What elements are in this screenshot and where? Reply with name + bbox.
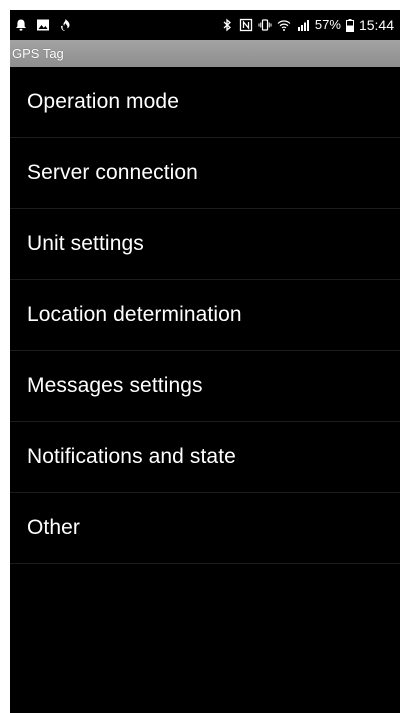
menu-item-server-connection[interactable]: Server connection [10,138,400,209]
status-bar: 57% 15:44 [10,10,400,40]
menu-item-other[interactable]: Other [10,493,400,564]
app-title-bar: GPS Tag [10,40,400,67]
battery-icon [345,18,354,32]
vibrate-icon [258,18,272,32]
app-title: GPS Tag [12,46,64,61]
phone-screen: 57% 15:44 GPS Tag Operation mode Server … [10,10,400,713]
menu-item-label: Other [27,516,81,539]
status-left-icons [14,18,72,32]
signal-icon [296,18,310,32]
menu-item-label: Server connection [27,161,198,184]
menu-item-label: Location determination [27,303,242,326]
menu-item-location-determination[interactable]: Location determination [10,280,400,351]
nfc-icon [239,18,253,32]
settings-menu-list: Operation mode Server connection Unit se… [10,67,400,564]
menu-item-notifications-and-state[interactable]: Notifications and state [10,422,400,493]
menu-item-unit-settings[interactable]: Unit settings [10,209,400,280]
menu-item-messages-settings[interactable]: Messages settings [10,351,400,422]
notification-bell-icon [14,18,28,32]
image-icon [36,18,50,32]
menu-item-operation-mode[interactable]: Operation mode [10,67,400,138]
flame-icon [58,18,72,32]
menu-item-label: Unit settings [27,232,144,255]
menu-item-label: Operation mode [27,90,179,113]
wifi-icon [277,18,291,32]
status-time: 15:44 [358,17,394,33]
menu-item-label: Notifications and state [27,445,236,468]
battery-percent: 57% [314,17,341,32]
bluetooth-icon [220,18,234,32]
status-right-icons: 57% 15:44 [220,18,394,32]
menu-item-label: Messages settings [27,374,203,397]
